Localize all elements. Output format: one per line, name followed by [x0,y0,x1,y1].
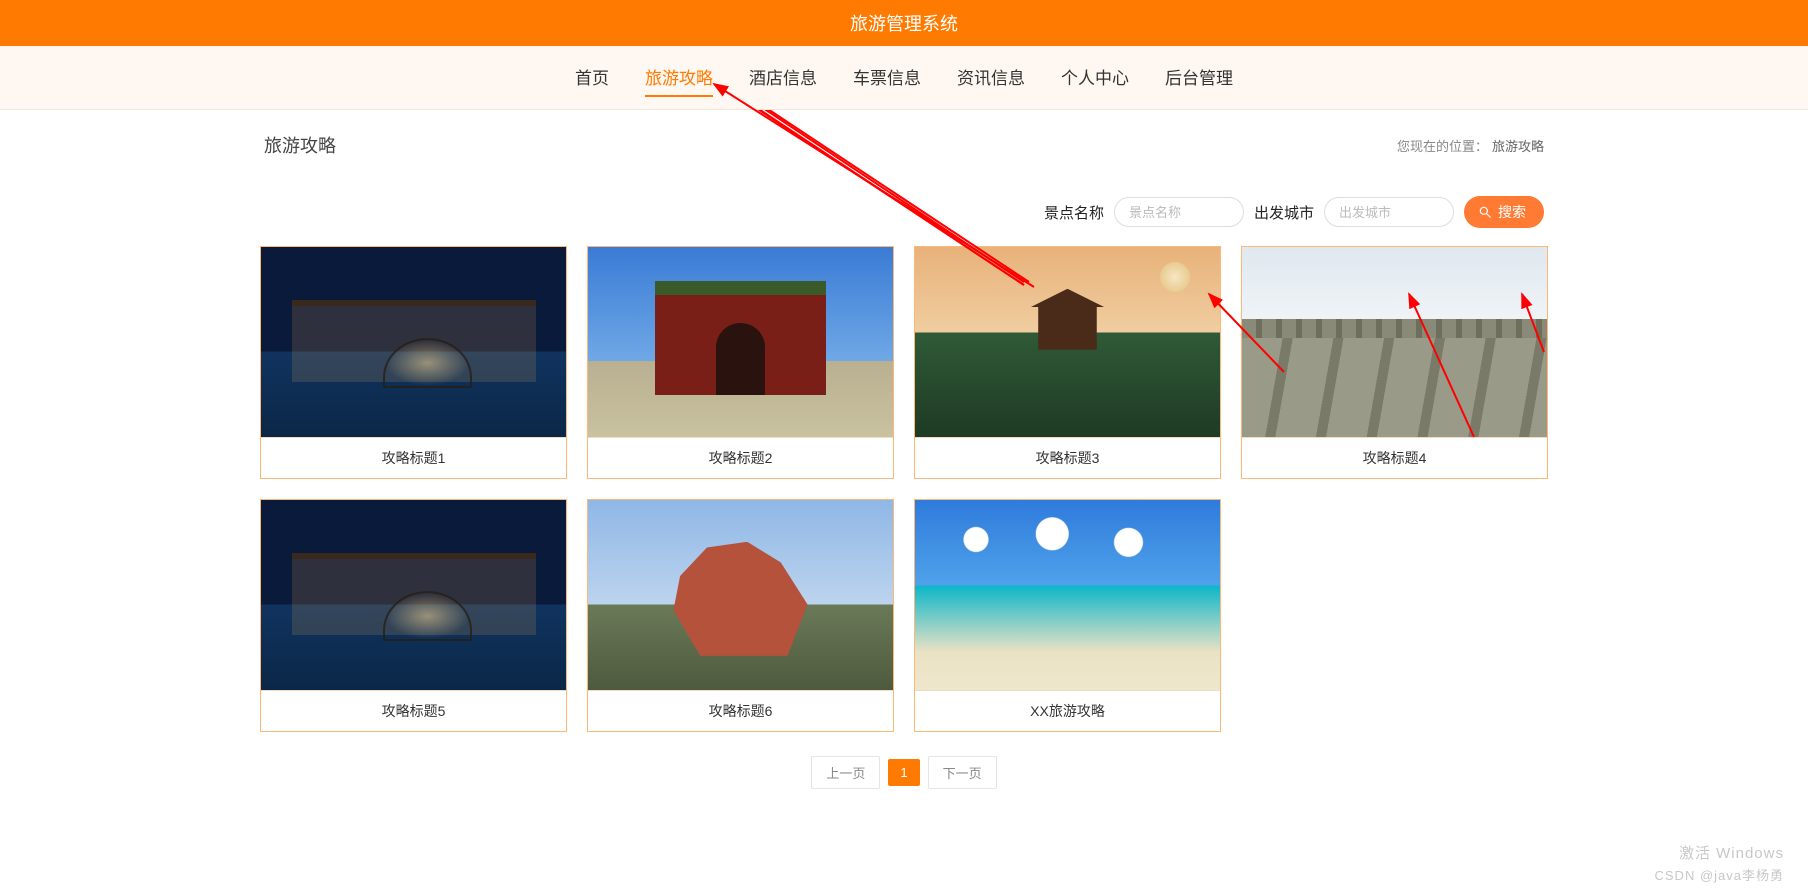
nav-bar: 首页 旅游攻略 酒店信息 车票信息 资讯信息 个人中心 后台管理 [0,46,1808,110]
nav-item-profile[interactable]: 个人中心 [1061,64,1129,97]
breadcrumb: 您现在的位置： 旅游攻略 [1397,136,1544,155]
card-thumb [915,247,1220,437]
nav-item-admin[interactable]: 后台管理 [1165,64,1233,97]
search-icon [1478,205,1492,219]
nav-item-tickets[interactable]: 车票信息 [853,64,921,97]
app-header: 旅游管理系统 [0,0,1808,46]
search-bar: 景点名称 出发城市 搜索 [260,166,1548,246]
pager-page-1[interactable]: 1 [888,759,919,786]
card-title: 攻略标题5 [261,690,566,731]
guide-card[interactable]: XX旅游攻略 [914,499,1221,732]
app-title: 旅游管理系统 [850,14,958,34]
guide-card[interactable]: 攻略标题6 [587,499,894,732]
card-title: 攻略标题4 [1242,437,1547,478]
card-title: 攻略标题2 [588,437,893,478]
nav-item-news[interactable]: 资讯信息 [957,64,1025,97]
pager-next-button[interactable]: 下一页 [928,756,997,789]
card-grid: 攻略标题1 攻略标题2 攻略标题3 攻略标题4 攻略标题5 攻略标题6 XX旅游… [260,246,1548,732]
pagination: 上一页 1 下一页 [260,756,1548,789]
card-thumb [1242,247,1547,437]
guide-card[interactable]: 攻略标题4 [1241,246,1548,479]
nav-item-home[interactable]: 首页 [575,64,609,97]
main-nav: 首页 旅游攻略 酒店信息 车票信息 资讯信息 个人中心 后台管理 [0,46,1808,109]
search-input-city[interactable] [1324,197,1454,227]
guide-card[interactable]: 攻略标题3 [914,246,1221,479]
watermark-line2: CSDN @java李杨勇 [1655,865,1785,884]
breadcrumb-value: 旅游攻略 [1492,139,1544,154]
guide-card[interactable]: 攻略标题5 [260,499,567,732]
card-thumb [588,247,893,437]
nav-item-hotel[interactable]: 酒店信息 [749,64,817,97]
card-title: 攻略标题1 [261,437,566,478]
card-title: 攻略标题3 [915,437,1220,478]
search-button-label: 搜索 [1498,202,1526,222]
card-thumb [915,500,1220,690]
guide-card[interactable]: 攻略标题1 [260,246,567,479]
card-title: 攻略标题6 [588,690,893,731]
breadcrumb-row: 旅游攻略 您现在的位置： 旅游攻略 [260,118,1548,166]
pager-prev-button[interactable]: 上一页 [811,756,880,789]
page-title: 旅游攻略 [264,132,336,158]
breadcrumb-label: 您现在的位置： [1397,139,1488,154]
watermark-line1: 激活 Windows [1655,842,1785,863]
search-label-spot: 景点名称 [1044,202,1104,223]
guide-card[interactable]: 攻略标题2 [587,246,894,479]
nav-item-travel-guide[interactable]: 旅游攻略 [645,64,713,97]
search-label-city: 出发城市 [1254,202,1314,223]
search-button[interactable]: 搜索 [1464,196,1544,228]
card-title: XX旅游攻略 [915,690,1220,731]
card-thumb [588,500,893,690]
search-input-spot[interactable] [1114,197,1244,227]
card-thumb [261,247,566,437]
watermark: 激活 Windows CSDN @java李杨勇 [1655,842,1785,884]
card-thumb [261,500,566,690]
